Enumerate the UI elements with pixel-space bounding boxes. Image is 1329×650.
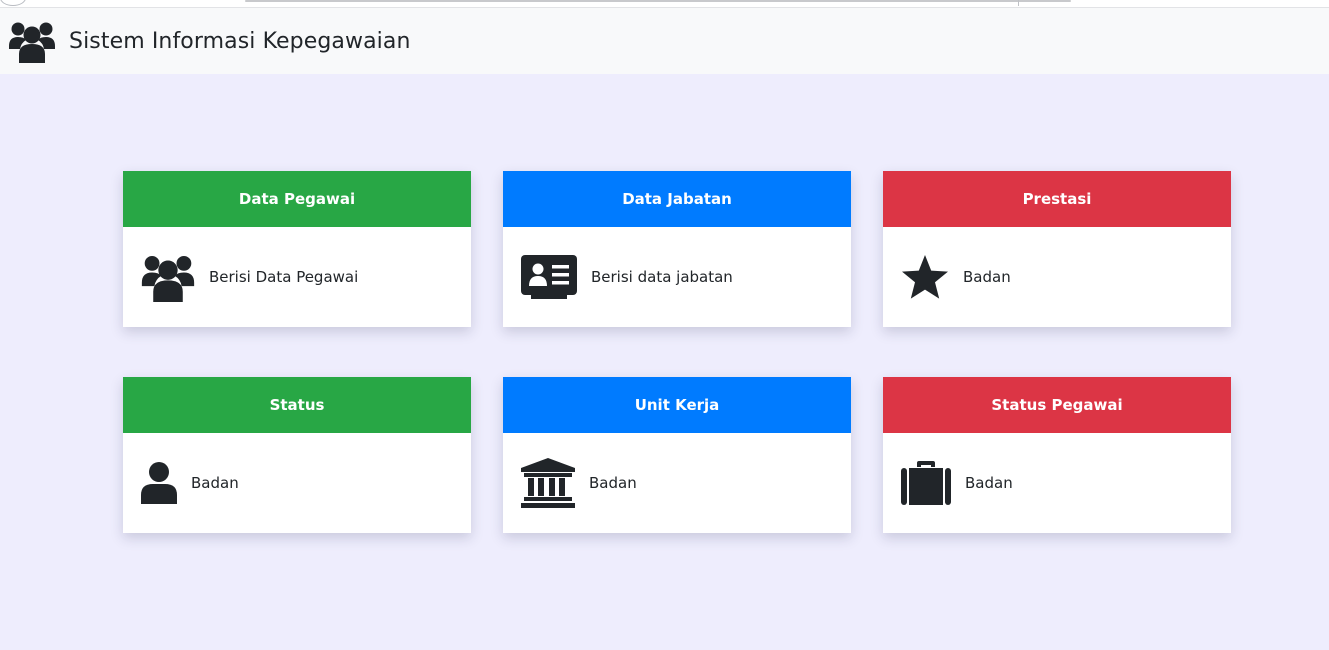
users-icon <box>141 252 195 302</box>
card-text: Badan <box>191 474 239 492</box>
dashboard-cards: Data Pegawai Berisi Data Pegawai Data Ja… <box>123 171 1231 533</box>
app-title[interactable]: Sistem Informasi Kepegawaian <box>69 29 411 54</box>
university-icon <box>521 458 575 508</box>
card-data-pegawai[interactable]: Data Pegawai Berisi Data Pegawai <box>123 171 471 327</box>
card-text: Badan <box>963 268 1011 286</box>
card-header[interactable]: Data Pegawai <box>123 171 471 227</box>
card-body: Berisi data jabatan <box>503 227 851 327</box>
star-icon <box>901 254 949 300</box>
briefcase-icon <box>901 461 951 505</box>
card-header[interactable]: Status Pegawai <box>883 377 1231 433</box>
divider <box>1018 0 1019 6</box>
card-header[interactable]: Status <box>123 377 471 433</box>
browser-top-edge <box>0 0 1329 8</box>
card-status[interactable]: Status Badan <box>123 377 471 533</box>
card-unit-kerja[interactable]: Unit Kerja Badan <box>503 377 851 533</box>
card-status-pegawai[interactable]: Status Pegawai Badan <box>883 377 1231 533</box>
card-data-jabatan[interactable]: Data Jabatan Berisi data jabatan <box>503 171 851 327</box>
card-body: Badan <box>883 433 1231 533</box>
card-text: Berisi Data Pegawai <box>209 268 359 286</box>
users-icon[interactable] <box>9 19 55 63</box>
card-text: Badan <box>965 474 1013 492</box>
card-body: Badan <box>123 433 471 533</box>
navbar: Sistem Informasi Kepegawaian <box>0 8 1329 74</box>
card-body: Badan <box>883 227 1231 327</box>
card-text: Berisi data jabatan <box>591 268 733 286</box>
user-icon <box>141 462 177 504</box>
card-text: Badan <box>589 474 637 492</box>
card-body: Badan <box>503 433 851 533</box>
card-header[interactable]: Unit Kerja <box>503 377 851 433</box>
card-header[interactable]: Prestasi <box>883 171 1231 227</box>
horizontal-scrollbar[interactable] <box>245 0 1071 2</box>
card-prestasi[interactable]: Prestasi Badan <box>883 171 1231 327</box>
id-card-icon <box>521 255 577 299</box>
card-body: Berisi Data Pegawai <box>123 227 471 327</box>
browser-tab-edge[interactable] <box>0 0 26 6</box>
card-header[interactable]: Data Jabatan <box>503 171 851 227</box>
